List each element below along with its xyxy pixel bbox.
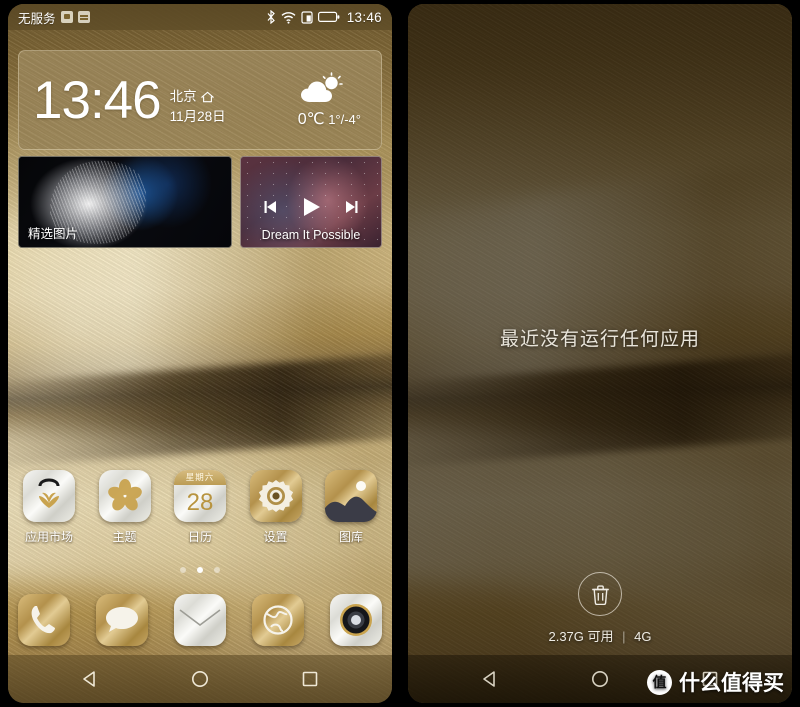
memory-total: 4G: [634, 629, 652, 644]
memory-status: 2.37G 可用 | 4G: [408, 626, 792, 645]
app-market-icon: [23, 470, 75, 522]
widget-location-date: 北京 11月28日: [170, 87, 226, 126]
phone-home-screen: 无服务 13:46 13:46 北京 11月28日 0℃ 1°/-4° 精选图片…: [0, 0, 400, 707]
widgets-row: 精选图片 Dream It Possible: [18, 156, 382, 248]
calendar-icon: 星期六 28: [174, 470, 226, 522]
range-temp: 1°/-4°: [328, 111, 361, 127]
phone-recents-screen: 最近没有运行任何应用 2.37G 可用 | 4G 值 什么值得买: [400, 0, 800, 707]
app-item-themes[interactable]: 主题: [94, 470, 156, 545]
app-label: 应用市场: [24, 530, 73, 544]
sim-card-icon: [301, 10, 313, 24]
app-label: 主题: [112, 530, 137, 544]
partly-cloudy-icon: [298, 71, 361, 106]
featured-pictures-label: 精选图片: [28, 227, 79, 241]
memory-available: 2.37G 可用: [548, 629, 614, 644]
play-icon[interactable]: [299, 195, 323, 219]
wifi-icon: [281, 11, 296, 24]
app-item-app-market[interactable]: 应用市场: [18, 470, 80, 545]
message-icon[interactable]: [96, 594, 148, 646]
notification-icon-1: [60, 11, 73, 23]
weather-block[interactable]: 0℃ 1°/-4°: [298, 71, 367, 129]
phone-icon[interactable]: [18, 594, 70, 646]
recents-empty-message: 最近没有运行任何应用: [499, 329, 700, 350]
page-dot-1[interactable]: [180, 567, 186, 573]
watermark-badge: 值: [647, 669, 672, 695]
trash-icon: [591, 584, 610, 605]
featured-pictures-widget[interactable]: 精选图片: [18, 156, 232, 248]
navigation-bar: [8, 655, 392, 703]
notification-icon-2: [77, 11, 90, 23]
clock-weather-widget[interactable]: 13:46 北京 11月28日 0℃ 1°/-4°: [18, 50, 382, 150]
recents-square-icon[interactable]: [300, 669, 320, 689]
bluetooth-icon: [267, 10, 276, 24]
widget-date: 11月28日: [169, 109, 226, 124]
home-circle-icon[interactable]: [190, 669, 210, 689]
music-player-widget[interactable]: Dream It Possible: [240, 156, 382, 248]
recents-screen-surface: 最近没有运行任何应用 2.37G 可用 | 4G 值 什么值得买: [408, 4, 792, 703]
watermark-text: 什么值得买: [679, 672, 784, 695]
site-watermark: 值 什么值得买: [647, 667, 784, 697]
page-indicator: [8, 567, 392, 573]
camera-icon[interactable]: [330, 594, 382, 646]
memory-separator: |: [622, 629, 626, 644]
page-dot-2-active[interactable]: [197, 567, 203, 573]
current-temp: 0℃: [297, 110, 325, 128]
battery-icon: [317, 11, 340, 23]
app-item-calendar[interactable]: 星期六 28 日历: [169, 470, 231, 545]
music-track-title: Dream It Possible: [261, 228, 361, 242]
app-label: 日历: [187, 530, 212, 544]
screenshot-stage: 无服务 13:46 13:46 北京 11月28日 0℃ 1°/-4° 精选图片…: [0, 0, 800, 707]
previous-track-icon[interactable]: [262, 199, 279, 215]
settings-gear-icon: [249, 470, 302, 522]
widget-city: 北京: [169, 89, 197, 105]
carrier-label: 无服务: [18, 11, 56, 26]
weather-temps: 0℃ 1°/-4°: [298, 109, 361, 129]
email-icon[interactable]: [174, 594, 226, 646]
gallery-icon: [325, 470, 377, 522]
app-grid: 应用市场 主题 星期六 28 日历 设置 图库: [18, 470, 382, 545]
home-location-icon: [200, 91, 214, 103]
dock: [18, 594, 382, 646]
status-bar-right: 13:46: [267, 10, 382, 25]
next-track-icon[interactable]: [343, 199, 360, 215]
clear-all-button[interactable]: [578, 572, 622, 616]
app-label: 图库: [338, 530, 363, 544]
themes-icon: [98, 470, 151, 522]
music-controls: [241, 195, 381, 219]
app-label: 设置: [263, 530, 288, 544]
app-item-gallery[interactable]: 图库: [320, 470, 382, 545]
calendar-day: 28: [186, 488, 214, 516]
home-circle-icon[interactable]: [590, 669, 610, 689]
status-bar: 无服务 13:46: [8, 4, 392, 30]
page-dot-3[interactable]: [214, 567, 220, 573]
app-item-settings[interactable]: 设置: [245, 470, 307, 545]
status-bar-left: 无服务: [18, 8, 90, 27]
widget-time: 13:46: [33, 70, 162, 130]
back-triangle-icon[interactable]: [80, 669, 100, 689]
home-screen-surface: 无服务 13:46 13:46 北京 11月28日 0℃ 1°/-4° 精选图片…: [8, 4, 392, 703]
browser-globe-icon[interactable]: [252, 594, 304, 646]
back-triangle-icon[interactable]: [480, 669, 500, 689]
status-bar-clock: 13:46: [346, 9, 382, 25]
